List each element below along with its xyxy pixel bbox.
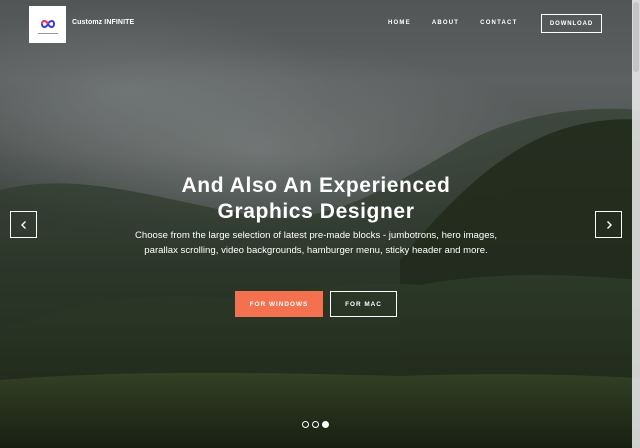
for-windows-button[interactable]: FOR WINDOWS	[235, 291, 323, 317]
brand-name[interactable]: Customz INFINITE	[72, 19, 134, 26]
hero-title: And Also An Experienced Graphics Designe…	[0, 173, 632, 225]
page: Customz INFINITE HOME ABOUT CONTACT DOWN…	[0, 0, 640, 448]
page-scrollbar[interactable]	[632, 0, 640, 448]
carousel-indicators	[302, 421, 329, 428]
nav-about[interactable]: ABOUT	[432, 20, 459, 26]
for-mac-button[interactable]: FOR MAC	[330, 291, 397, 317]
hero-title-line-2: Graphics Designer	[217, 200, 415, 223]
carousel-indicator-1[interactable]	[302, 421, 309, 428]
hero-title-line-1: And Also An Experienced	[181, 174, 451, 197]
chevron-right-icon	[606, 220, 612, 229]
carousel-indicator-3[interactable]	[322, 421, 329, 428]
navbar: Customz INFINITE HOME ABOUT CONTACT DOWN…	[0, 0, 632, 50]
download-button[interactable]: DOWNLOAD	[541, 14, 602, 33]
hero-subtitle: Choose from the large selection of lates…	[134, 230, 498, 256]
carousel-next-button[interactable]	[595, 211, 622, 238]
nav-links: HOME ABOUT CONTACT	[388, 20, 538, 26]
carousel-prev-button[interactable]	[10, 211, 37, 238]
nav-home[interactable]: HOME	[388, 20, 411, 26]
nav-contact[interactable]: CONTACT	[480, 20, 517, 26]
scrollbar-thumb[interactable]	[633, 2, 639, 72]
chevron-left-icon	[20, 220, 26, 229]
brand-logo[interactable]	[29, 6, 66, 43]
carousel-indicator-2[interactable]	[312, 421, 319, 428]
infinity-logo-icon	[40, 19, 55, 28]
logo-caption-line	[37, 32, 58, 34]
